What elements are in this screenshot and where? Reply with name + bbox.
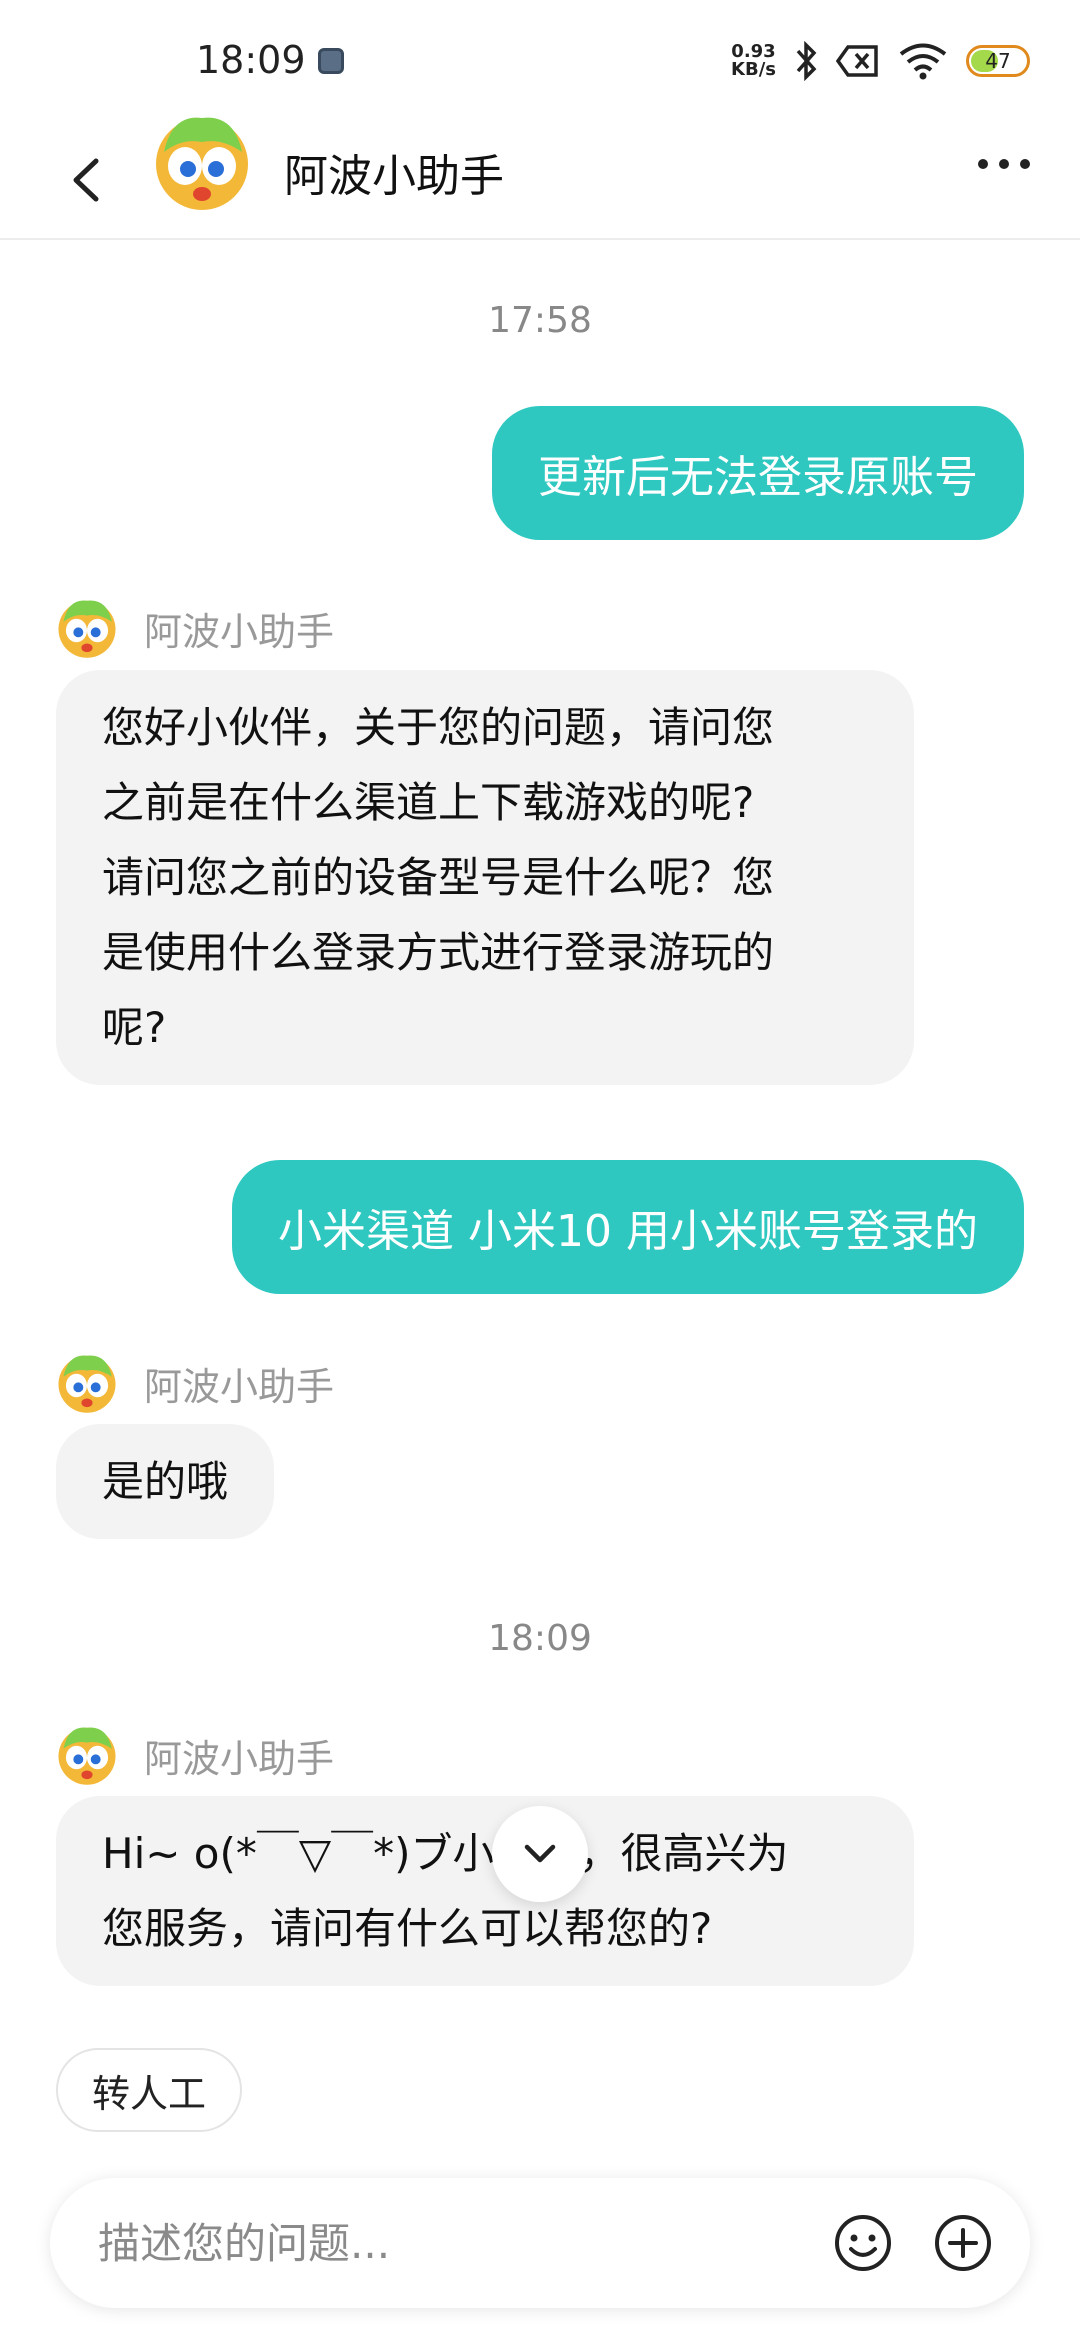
- scroll-to-bottom-button[interactable]: [492, 1806, 588, 1902]
- message-line: 您服务，请问有什么可以帮您的?: [102, 1904, 713, 1953]
- outgoing-message[interactable]: 更新后无法登录原账号: [492, 406, 1024, 540]
- sender-row: 阿波小助手: [56, 597, 334, 659]
- message-input[interactable]: [98, 2178, 798, 2308]
- notification-app-icon: [318, 48, 344, 74]
- more-options-button[interactable]: [964, 142, 1044, 186]
- message-line: 之前是在什么渠道上下载游戏的呢?: [102, 778, 755, 827]
- mascot-avatar-icon: [156, 117, 248, 210]
- status-bar: 18:09 0.93 KB/s 47: [0, 0, 1080, 120]
- assistant-avatar[interactable]: [152, 112, 252, 212]
- transfer-to-human-button[interactable]: 转人工: [56, 2048, 243, 2132]
- sender-row: 阿波小助手: [56, 1352, 334, 1414]
- battery-icon: 47: [966, 45, 1030, 77]
- back-arrow-icon: [73, 158, 99, 202]
- sender-name: 阿波小助手: [144, 1364, 335, 1409]
- message-line: 是的哦: [102, 1457, 229, 1506]
- battery-percent: 47: [985, 49, 1011, 73]
- message-line: 请问您之前的设备型号是什么呢？您: [102, 853, 775, 902]
- status-time: 18:09: [196, 38, 306, 82]
- message-line: Hi~ o(*￣▽￣*)ブ小伙伴，很高兴为: [102, 1829, 789, 1878]
- network-speed: 0.93 KB/s: [731, 43, 776, 79]
- message-input-bar: [50, 2178, 1030, 2308]
- mascot-avatar-icon: [58, 1727, 116, 1785]
- sender-row: 阿波小助手: [56, 1724, 334, 1786]
- wifi-icon: [898, 41, 948, 81]
- outgoing-message[interactable]: 小米渠道 小米10 用小米账号登录的: [232, 1160, 1024, 1294]
- more-dot-icon: [999, 159, 1009, 169]
- more-dot-icon: [978, 159, 988, 169]
- message-line: 您好小伙伴，关于您的问题，请问您: [102, 703, 775, 752]
- sender-name: 阿波小助手: [144, 1736, 335, 1781]
- mascot-avatar-icon: [58, 600, 116, 658]
- incoming-message[interactable]: 是的哦: [56, 1424, 275, 1539]
- timestamp: 17:58: [488, 300, 592, 341]
- chat-screen: 18:09 0.93 KB/s 47 阿波小助手 17:58 更新后无法登录原账…: [0, 0, 1080, 2340]
- bluetooth-icon: [794, 41, 818, 81]
- emoji-icon: [835, 2215, 891, 2271]
- emoji-button[interactable]: [832, 2212, 894, 2274]
- timestamp: 18:09: [488, 1618, 592, 1659]
- chat-title: 阿波小助手: [284, 151, 504, 202]
- message-line: 呢?: [102, 1003, 167, 1052]
- status-icons: 0.93 KB/s 47: [731, 38, 1030, 84]
- incoming-message[interactable]: Hi~ o(*￣▽￣*)ブ小伙伴，很高兴为 您服务，请问有什么可以帮您的?: [56, 1796, 914, 1986]
- plus-circle-icon: [935, 2215, 991, 2271]
- message-line: 是使用什么登录方式进行登录游玩的: [102, 928, 775, 977]
- back-button[interactable]: [50, 142, 120, 218]
- incoming-message[interactable]: 您好小伙伴，关于您的问题，请问您 之前是在什么渠道上下载游戏的呢? 请问您之前的…: [56, 670, 914, 1085]
- chevron-down-icon: [524, 1844, 556, 1863]
- sender-name: 阿波小助手: [144, 609, 335, 654]
- sim-disabled-icon: [836, 43, 880, 79]
- add-attachment-button[interactable]: [932, 2212, 994, 2274]
- more-dot-icon: [1020, 159, 1030, 169]
- mascot-avatar-icon: [58, 1355, 116, 1413]
- network-speed-unit: KB/s: [731, 59, 776, 80]
